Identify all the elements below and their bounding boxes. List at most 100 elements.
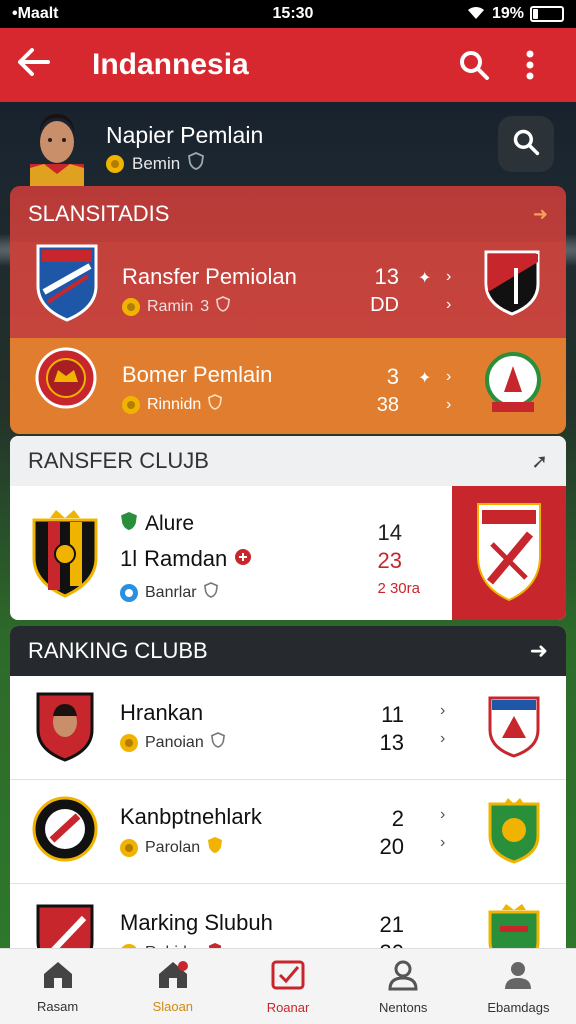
- stat-value: 2: [391, 806, 404, 831]
- list-item[interactable]: Bomer Pemlain Rinnidn 3 38 ✦ › ›: [10, 338, 566, 434]
- transfer-club-card: RANSFER CLUJB ➚ Alure 1l Ramdan Banrlar: [10, 436, 566, 620]
- stat-value: 3: [386, 364, 399, 389]
- club-crest-icon: [484, 352, 542, 416]
- coin-icon: [120, 733, 138, 752]
- chevron-right-icon[interactable]: ›: [440, 834, 445, 852]
- carrier-label: •Maalt: [12, 5, 59, 22]
- star-icon: ✦: [418, 370, 432, 387]
- table-row[interactable]: Kanbptnehlark Parolan 2 20 › ›: [10, 780, 566, 884]
- nav-item-ebamdags[interactable]: Ebamdags: [461, 949, 576, 1024]
- arrow-right-icon[interactable]: ➜: [530, 638, 548, 664]
- search-icon: [512, 128, 540, 161]
- club-name: Kanbptnehlark: [120, 804, 262, 829]
- nav-item-nentons[interactable]: Nentons: [346, 949, 461, 1024]
- stat-value: 14: [377, 520, 402, 545]
- club-crest-icon: [482, 248, 542, 316]
- app-bar: Indannesia: [0, 28, 576, 102]
- coin-icon: [120, 838, 138, 857]
- stat-value: 13: [374, 264, 399, 289]
- club-crest-icon: [34, 242, 100, 322]
- shield-icon: [210, 732, 225, 753]
- chevron-right-icon[interactable]: ›: [440, 730, 445, 748]
- row-title: Ransfer Pemiolan: [122, 264, 297, 289]
- club-name: Marking Slubuh: [120, 910, 273, 935]
- team-line: Alure: [120, 510, 194, 538]
- stat-note: 2 30ra: [377, 580, 420, 597]
- back-arrow-icon[interactable]: [18, 48, 78, 82]
- nav-item-roanar[interactable]: Roanar: [230, 949, 345, 1024]
- chevron-right-icon[interactable]: ›: [446, 268, 451, 286]
- player-line: 1l Ramdan: [120, 546, 252, 572]
- chevron-right-icon[interactable]: ›: [446, 396, 451, 414]
- wifi-icon: [466, 4, 486, 25]
- person-icon: [386, 959, 420, 994]
- stat-value: 20: [379, 834, 404, 859]
- table-row[interactable]: Marking Slubuh Rahidar 21 30: [10, 884, 566, 956]
- club-crest-icon: [30, 508, 100, 598]
- row-subtitle: Ramin 3: [122, 296, 231, 317]
- coin-icon: [106, 154, 124, 173]
- club-subtitle: Parolan: [120, 836, 223, 859]
- club-crest-icon: [34, 346, 98, 410]
- club-name: Hrankan: [120, 700, 204, 725]
- chevron-right-icon[interactable]: ›: [446, 368, 451, 386]
- battery-icon: [530, 6, 564, 22]
- shield-icon: [203, 582, 218, 603]
- player-subtitle: Bemin: [132, 153, 181, 173]
- page-title: Indannesia: [92, 48, 249, 81]
- player-name: Napier Pemlain: [106, 122, 264, 148]
- nav-label: Roanar: [266, 999, 310, 1015]
- club-crest-icon: [34, 690, 96, 762]
- stadium-card-header[interactable]: SLANSITADIS ➜: [10, 186, 566, 242]
- shield-icon: [216, 296, 231, 317]
- club-sub-label: Parolan: [145, 838, 201, 856]
- player-header: Napier Pemlain Bemin: [0, 102, 576, 186]
- ranking-club-card: RANKING CLUBB ➜ Hrankan Panoian 11 13 › …: [10, 626, 566, 956]
- nav-label: Rasam: [37, 998, 79, 1014]
- clock: 15:30: [272, 5, 314, 22]
- team-name: Alure: [145, 512, 195, 535]
- list-item[interactable]: Ransfer Pemiolan Ramin 3 13 DD ✦ › ›: [10, 242, 566, 338]
- forward-arrow-icon[interactable]: ➜: [533, 204, 548, 225]
- nav-label: Nentons: [379, 999, 428, 1015]
- chevron-right-icon[interactable]: ›: [440, 806, 445, 824]
- shield-icon: [188, 152, 205, 175]
- stat-value: 13: [379, 730, 404, 755]
- home-icon: [41, 960, 75, 993]
- nav-item-slaoan[interactable]: Slaoan: [115, 949, 230, 1024]
- player-search-button[interactable]: [498, 116, 554, 172]
- club-sub-label: Panoian: [145, 733, 204, 751]
- ranking-card-header[interactable]: RANKING CLUBB ➜: [10, 626, 566, 676]
- sub-line: Banrlar: [120, 582, 218, 603]
- transfer-card-heading: RANSFER CLUJB: [28, 448, 209, 473]
- arrow-icon[interactable]: ➚: [531, 449, 548, 474]
- ranking-card-heading: RANKING CLUBB: [28, 638, 208, 663]
- battery-percent: 19%: [491, 5, 524, 22]
- nav-item-rasam[interactable]: Rasam: [0, 949, 115, 1024]
- row-sub-label: Ramin: [147, 297, 194, 315]
- row-title: Bomer Pemlain: [122, 362, 273, 387]
- nav-label: Slaoan: [152, 998, 194, 1014]
- green-shield-icon: [120, 510, 138, 538]
- club-crest-icon: [32, 794, 98, 864]
- player-subtitle-row: Bemin: [106, 152, 205, 175]
- row-sub-number: 3: [200, 297, 210, 315]
- chevron-right-icon[interactable]: ›: [446, 296, 451, 314]
- more-options-icon[interactable]: [502, 37, 558, 93]
- table-row[interactable]: Hrankan Panoian 11 13 › ›: [10, 676, 566, 780]
- club-subtitle: Panoian: [120, 732, 225, 753]
- transfer-item[interactable]: Alure 1l Ramdan Banrlar 14 23 2 30ra: [10, 486, 566, 620]
- transfer-card-header[interactable]: RANSFER CLUJB ➚: [10, 436, 566, 486]
- club-crest-panel[interactable]: [452, 486, 566, 620]
- stadium-card: SLANSITADIS ➜ Ransfer Pemiolan Ramin 3 1…: [10, 186, 566, 434]
- player-name: Ramdan: [144, 546, 228, 571]
- stat-value: DD: [370, 294, 399, 316]
- check-icon: [270, 959, 306, 994]
- coin-icon: [122, 395, 140, 414]
- search-icon[interactable]: [446, 37, 502, 93]
- player-avatar[interactable]: [22, 108, 92, 186]
- stat-value: 21: [379, 912, 404, 937]
- chevron-right-icon[interactable]: ›: [440, 702, 445, 720]
- row-subtitle: Rinnidn: [122, 394, 223, 415]
- bottom-navigation: Rasam Slaoan Roanar Nentons Ebamdags: [0, 948, 576, 1024]
